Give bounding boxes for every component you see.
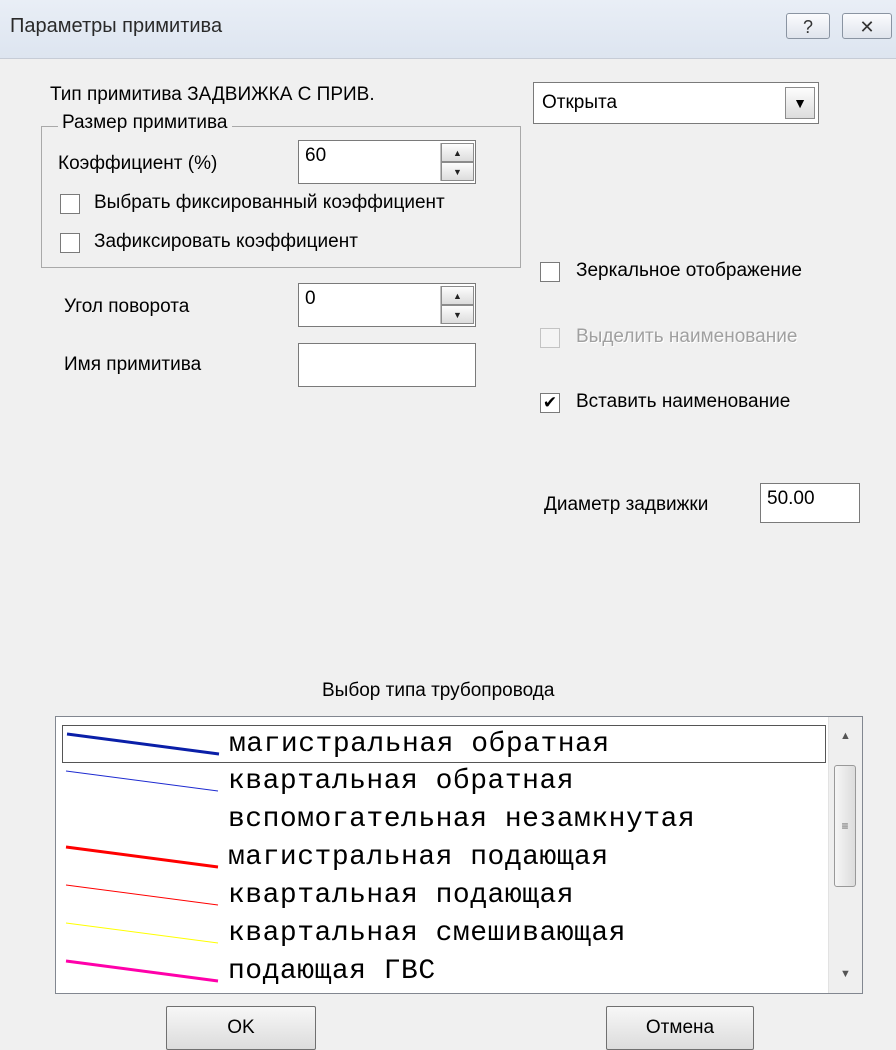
- line-sample-icon: [65, 845, 219, 869]
- state-select[interactable]: Открыта ▼: [533, 82, 819, 124]
- list-item-label: квартальная обратная: [228, 766, 575, 797]
- highlight-name-label: Выделить наименование: [576, 326, 798, 347]
- cancel-button[interactable]: Отмена: [606, 1006, 754, 1050]
- list-item-label: квартальная подающая: [228, 880, 575, 911]
- listbox-scrollbar[interactable]: ▲ ≡ ▼: [828, 717, 862, 993]
- list-item-label: квартальная смешивающая: [228, 918, 626, 949]
- list-item[interactable]: магистральная обратная: [62, 725, 826, 763]
- line-sample-icon: [65, 884, 219, 906]
- state-select-value: Открыта: [542, 92, 618, 113]
- help-button[interactable]: ?: [786, 13, 830, 39]
- spin-down-icon[interactable]: ▼: [441, 305, 474, 324]
- primitive-type-label: Тип примитива ЗАДВИЖКА С ПРИВ.: [50, 84, 375, 105]
- spin-up-icon[interactable]: ▲: [441, 286, 474, 305]
- list-item[interactable]: квартальная смешивающая: [62, 915, 826, 953]
- spin-up-icon[interactable]: ▲: [441, 143, 474, 162]
- pipeline-title: Выбор типа трубопровода: [322, 680, 555, 701]
- mirror-checkbox[interactable]: [540, 262, 560, 282]
- primitive-name-label: Имя примитива: [64, 354, 202, 375]
- close-button[interactable]: ✕: [842, 13, 892, 39]
- chevron-down-icon[interactable]: ▼: [785, 87, 815, 119]
- fixed-coefficient-choice-label: Выбрать фиксированный коэффициент: [94, 192, 445, 213]
- scroll-down-icon[interactable]: ▼: [829, 959, 862, 989]
- coefficient-spinner[interactable]: ▲ ▼: [440, 143, 474, 181]
- list-item[interactable]: вспомогательная незамкнутая: [62, 801, 826, 839]
- scroll-thumb[interactable]: ≡: [834, 765, 856, 887]
- line-sample-icon: [65, 770, 219, 792]
- insert-name-checkbox[interactable]: ✔: [540, 393, 560, 413]
- list-item-label: подающая ГВС: [228, 956, 436, 987]
- checkmark-icon: ✔: [542, 393, 558, 412]
- rotation-label: Угол поворота: [64, 296, 190, 317]
- ok-button[interactable]: OK: [166, 1006, 316, 1050]
- list-item-label: магистральная подающая: [228, 842, 609, 873]
- size-group-legend: Размер примитива: [58, 112, 232, 134]
- insert-name-label: Вставить наименование: [576, 391, 791, 412]
- list-item[interactable]: магистральная подающая: [62, 839, 826, 877]
- list-item[interactable]: квартальная подающая: [62, 877, 826, 915]
- list-item[interactable]: подающая ГВС: [62, 953, 826, 991]
- line-sample-icon: [66, 732, 220, 756]
- rotation-spinner[interactable]: ▲ ▼: [440, 286, 474, 324]
- diameter-label: Диаметр задвижки: [544, 494, 709, 515]
- diameter-input[interactable]: 50.00: [760, 483, 860, 523]
- fix-coefficient-checkbox[interactable]: [60, 233, 80, 253]
- list-item-label: магистральная обратная: [229, 729, 610, 760]
- rotation-value: 0: [305, 288, 316, 309]
- window-title: Параметры примитива: [10, 15, 223, 37]
- mirror-label: Зеркальное отображение: [576, 260, 802, 281]
- highlight-name-checkbox[interactable]: [540, 328, 560, 348]
- title-bar: Параметры примитива ? ✕: [0, 0, 896, 59]
- line-sample-icon: [65, 959, 219, 983]
- coefficient-value: 60: [305, 145, 327, 166]
- coefficient-label: Коэффициент (%): [58, 153, 218, 174]
- line-sample-icon: [65, 922, 219, 944]
- primitive-name-input[interactable]: [298, 343, 476, 387]
- fix-coefficient-label: Зафиксировать коэффициент: [94, 231, 358, 252]
- list-item[interactable]: квартальная обратная: [62, 763, 826, 801]
- spin-down-icon[interactable]: ▼: [441, 162, 474, 181]
- fixed-coefficient-choice-checkbox[interactable]: [60, 194, 80, 214]
- list-item-label: вспомогательная незамкнутая: [228, 804, 696, 835]
- line-sample-icon: [65, 808, 219, 830]
- diameter-value: 50.00: [767, 488, 815, 509]
- scroll-up-icon[interactable]: ▲: [829, 721, 862, 751]
- pipeline-listbox[interactable]: магистральная обратная квартальная обрат…: [55, 716, 863, 994]
